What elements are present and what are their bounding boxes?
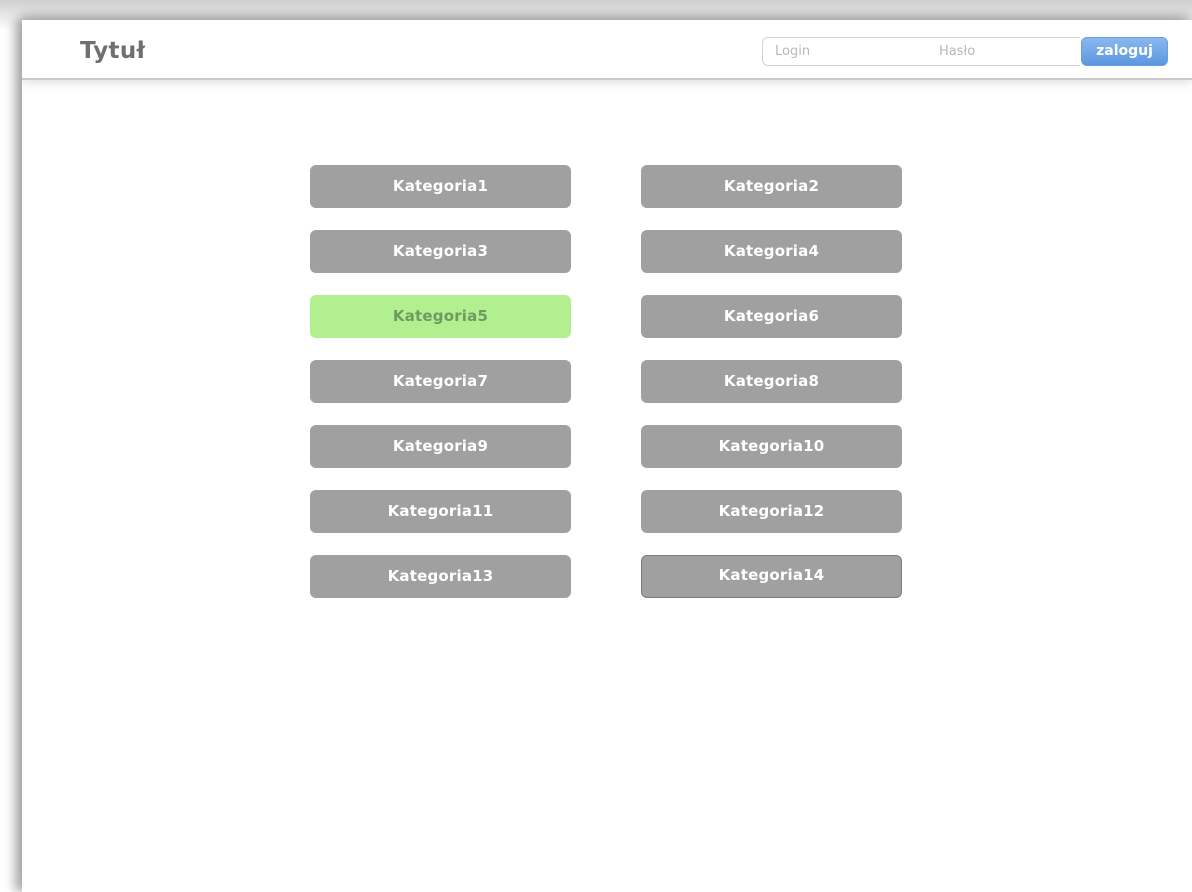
category-button-10[interactable]: Kategoria10 bbox=[641, 425, 902, 468]
top-bar: Tytuł zaloguj bbox=[22, 20, 1192, 80]
desktop-frame: Tytuł zaloguj Kategoria1 Kategoria2 Kate… bbox=[0, 0, 1192, 892]
login-input[interactable] bbox=[762, 37, 928, 66]
category-button-1[interactable]: Kategoria1 bbox=[310, 165, 571, 208]
page-title: Tytuł bbox=[80, 38, 146, 64]
login-form: zaloguj bbox=[762, 37, 1168, 66]
category-button-2[interactable]: Kategoria2 bbox=[641, 165, 902, 208]
category-button-14[interactable]: Kategoria14 bbox=[641, 555, 902, 598]
category-button-3[interactable]: Kategoria3 bbox=[310, 230, 571, 273]
category-button-6[interactable]: Kategoria6 bbox=[641, 295, 902, 338]
category-button-8[interactable]: Kategoria8 bbox=[641, 360, 902, 403]
category-button-4[interactable]: Kategoria4 bbox=[641, 230, 902, 273]
category-button-9[interactable]: Kategoria9 bbox=[310, 425, 571, 468]
login-button[interactable]: zaloguj bbox=[1081, 37, 1168, 66]
app-window: Tytuł zaloguj Kategoria1 Kategoria2 Kate… bbox=[22, 20, 1192, 892]
category-button-7[interactable]: Kategoria7 bbox=[310, 360, 571, 403]
password-input[interactable] bbox=[927, 37, 1080, 66]
category-button-11[interactable]: Kategoria11 bbox=[310, 490, 571, 533]
category-button-13[interactable]: Kategoria13 bbox=[310, 555, 571, 598]
category-button-12[interactable]: Kategoria12 bbox=[641, 490, 902, 533]
category-button-5[interactable]: Kategoria5 bbox=[310, 295, 571, 338]
